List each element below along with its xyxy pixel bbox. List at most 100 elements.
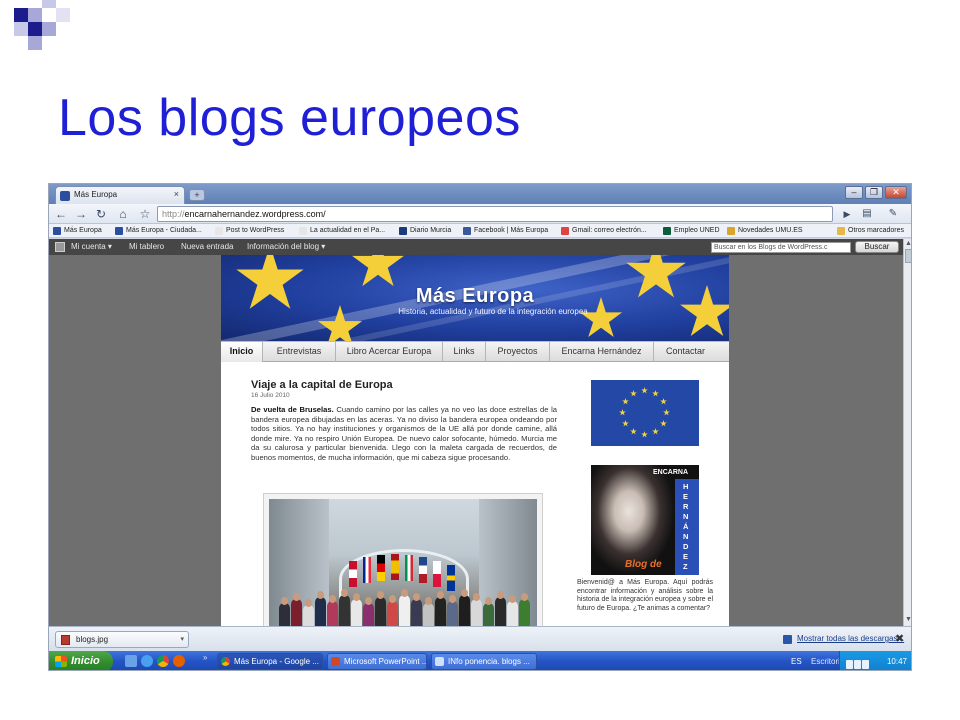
blog-title[interactable]: Más Europa [221, 285, 729, 308]
decor-square [28, 22, 42, 36]
sidebar-welcome-text: Bienvenid@ a Más Europa. Aquí podrás enc… [577, 579, 713, 612]
wordpress-favicon-icon [60, 191, 70, 201]
tab-strip: Más Europa × + – ❐ ✕ [49, 184, 911, 204]
scroll-thumb[interactable] [905, 249, 911, 263]
post-photo[interactable] [263, 493, 543, 626]
portrait-letter: E [683, 552, 689, 561]
clock[interactable]: 10:47 [887, 651, 907, 670]
bookmark-item[interactable]: Novedades UMU.ES [727, 225, 803, 237]
start-button[interactable]: Inicio [49, 651, 113, 670]
vertical-scrollbar[interactable]: ▲ ▼ [903, 239, 911, 626]
portrait-first-name: ENCARNA [653, 469, 688, 476]
decor-square [28, 8, 42, 22]
wrench-menu-icon[interactable]: ✎ [885, 206, 901, 222]
menu-item-entrevistas[interactable]: Entrevistas [263, 342, 336, 362]
home-icon[interactable]: ⌂ [115, 206, 131, 222]
chrome-icon [221, 657, 230, 666]
quicklaunch-firefox-icon[interactable] [173, 655, 185, 667]
download-filename: blogs.jpg [76, 635, 109, 644]
tray-icons[interactable] [846, 656, 872, 669]
eu-flag-image[interactable] [591, 380, 699, 446]
portrait-letter: R [683, 502, 689, 511]
task-powerpoint[interactable]: Microsoft PowerPoint ... [327, 653, 427, 670]
back-arrow-icon[interactable]: ← [53, 206, 69, 222]
menu-item-links[interactable]: Links [443, 342, 486, 362]
window-icon [435, 657, 444, 666]
decor-square [14, 8, 28, 22]
bookmark-item[interactable]: Empleo UNED [663, 225, 720, 237]
quicklaunch-ie-icon[interactable] [141, 655, 153, 667]
menu-item-encarna[interactable]: Encarna Hernández [550, 342, 654, 362]
reload-icon[interactable]: ↻ [93, 206, 109, 222]
slide-title: Los blogs europeos [58, 89, 521, 147]
start-label: Inicio [71, 655, 100, 667]
browser-toolbar: ← → ↻ ⌂ ☆ http://encarnahernandez.wordpr… [49, 204, 911, 224]
browser-tab[interactable]: Más Europa × [55, 186, 185, 204]
url-host: encarnahernandez.wordpress.com/ [184, 209, 326, 219]
admin-blog-info[interactable]: Información del blog ▾ [247, 239, 325, 255]
group-photo [269, 499, 537, 626]
forward-arrow-icon[interactable]: → [73, 206, 89, 222]
download-bar: blogs.jpg ▾ Mostrar todas las descargas.… [49, 626, 911, 651]
blog-header: Más Europa Historia, actualidad y futuro… [221, 255, 729, 341]
quicklaunch-expand-icon[interactable]: » [203, 653, 207, 662]
menu-item-proyectos[interactable]: Proyectos [486, 342, 550, 362]
quicklaunch-desktop-icon[interactable] [125, 655, 137, 667]
system-tray: 10:47 [839, 651, 911, 670]
bookmark-item[interactable]: Facebook | Más Europa [463, 225, 548, 237]
bookmark-item[interactable]: Más Europa - Ciudada... [115, 225, 202, 237]
user-avatar[interactable] [55, 242, 65, 252]
bookmark-item[interactable]: Gmail: correo electrón... [561, 225, 647, 237]
menu-item-inicio[interactable]: Inicio [221, 342, 263, 362]
maximize-button[interactable]: ❐ [865, 186, 883, 199]
page-menu-icon[interactable]: ▤ [859, 206, 875, 222]
task-info-ponencia[interactable]: INfo ponencia. blogs ... [431, 653, 537, 670]
post-lead: De vuelta de Bruselas. [251, 405, 334, 414]
close-download-bar-icon[interactable]: ✖ [895, 632, 904, 645]
portrait-letter: N [683, 512, 689, 521]
menu-item-libro[interactable]: Libro Acercar Europa [336, 342, 443, 362]
menu-item-contactar[interactable]: Contactar [654, 342, 717, 362]
task-browser[interactable]: Más Europa - Google ... [217, 653, 323, 670]
play-icon[interactable]: ▶ [839, 206, 855, 222]
portrait-blog-de: Blog de [625, 559, 662, 570]
url-scheme: http:// [162, 209, 185, 219]
bookmark-item[interactable]: Más Europa [53, 225, 102, 237]
show-all-downloads-link[interactable]: Mostrar todas las descargas... [783, 634, 904, 644]
portrait-letter: E [683, 492, 689, 501]
bookmark-item[interactable]: Otros marcadores [837, 225, 904, 237]
wp-search-button[interactable]: Buscar [855, 241, 899, 253]
admin-dashboard[interactable]: Mi tablero [129, 239, 164, 255]
post-title[interactable]: Viaje a la capital de Europa [251, 379, 393, 391]
task-label: Microsoft PowerPoint ... [344, 657, 427, 666]
close-window-button[interactable]: ✕ [885, 186, 907, 199]
portrait-letter: Z [683, 562, 688, 571]
wp-search-input[interactable]: Buscar en los Blogs de WordPress.c [711, 242, 851, 253]
decor-square [56, 8, 70, 22]
author-portrait[interactable]: ENCARNA H E R N Á N D E Z Blog de [591, 465, 699, 575]
address-bar[interactable]: http://encarnahernandez.wordpress.com/ [157, 206, 833, 222]
powerpoint-icon [331, 657, 340, 666]
chevron-down-icon[interactable]: ▾ [180, 632, 184, 647]
scroll-up-icon[interactable]: ▲ [904, 239, 911, 248]
minimize-button[interactable]: – [845, 186, 863, 199]
download-item[interactable]: blogs.jpg ▾ [55, 631, 189, 648]
admin-new-post[interactable]: Nueva entrada [181, 239, 233, 255]
post-date: 16 Julio 2010 [251, 392, 290, 399]
quicklaunch-chrome-icon[interactable] [157, 655, 169, 667]
new-tab-button[interactable]: + [189, 189, 205, 201]
decor-square [14, 22, 28, 36]
scroll-down-icon[interactable]: ▼ [904, 615, 911, 624]
admin-my-account[interactable]: Mi cuenta ▾ [71, 239, 112, 255]
bookmark-star-icon[interactable]: ☆ [137, 206, 153, 222]
decor-square [28, 36, 42, 50]
bookmark-item[interactable]: Diario Murcia [399, 225, 451, 237]
language-indicator[interactable]: ES [791, 651, 802, 670]
bookmark-item[interactable]: La actualidad en el Pa... [299, 225, 385, 237]
close-tab-icon[interactable]: × [174, 189, 179, 199]
bookmark-item[interactable]: Post to WordPress [215, 225, 284, 237]
decor-square [42, 22, 56, 36]
decor-square [42, 0, 56, 8]
blog-menu: Inicio Entrevistas Libro Acercar Europa … [221, 341, 729, 362]
image-file-icon [61, 635, 70, 645]
